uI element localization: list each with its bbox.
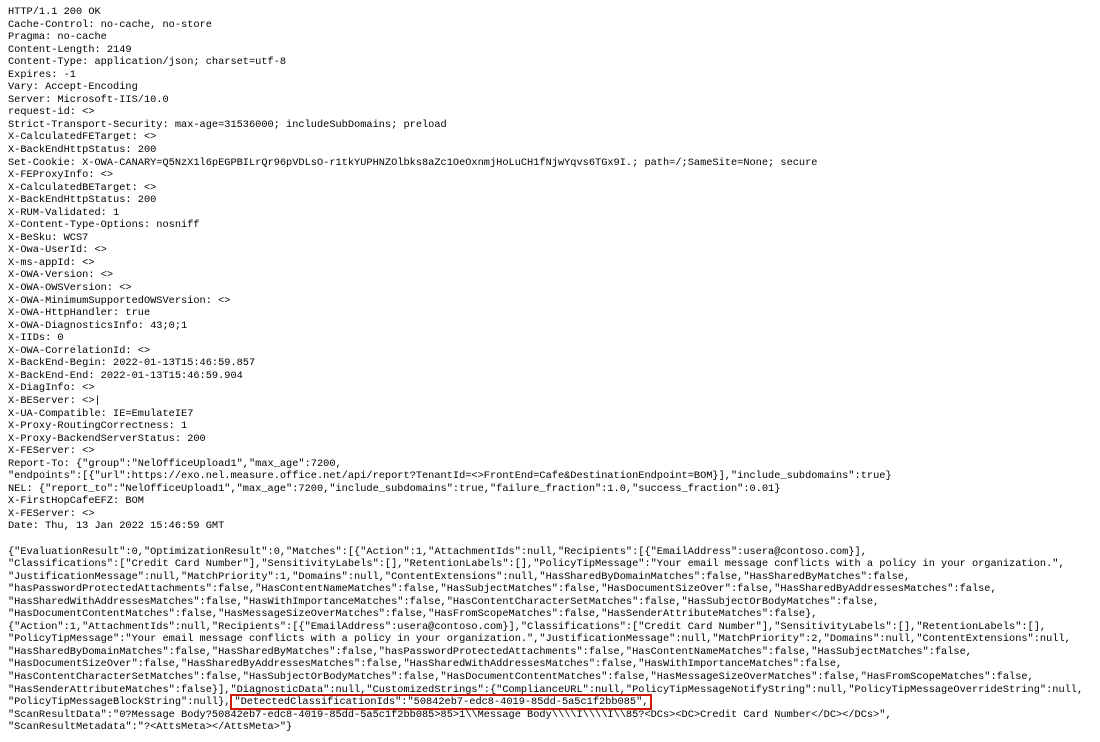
http-headers-block: Cache-Control: no-cache, no-store Pragma… (8, 19, 892, 533)
http-status-line: HTTP/1.1 200 OK (8, 6, 101, 18)
json-body-after: "ScanResultData":"0?Message Body?50842eb… (8, 709, 892, 734)
http-response-text: HTTP/1.1 200 OK Cache-Control: no-cache,… (0, 0, 1100, 742)
json-body-before: {"EvaluationResult":0,"OptimizationResul… (8, 546, 1083, 709)
